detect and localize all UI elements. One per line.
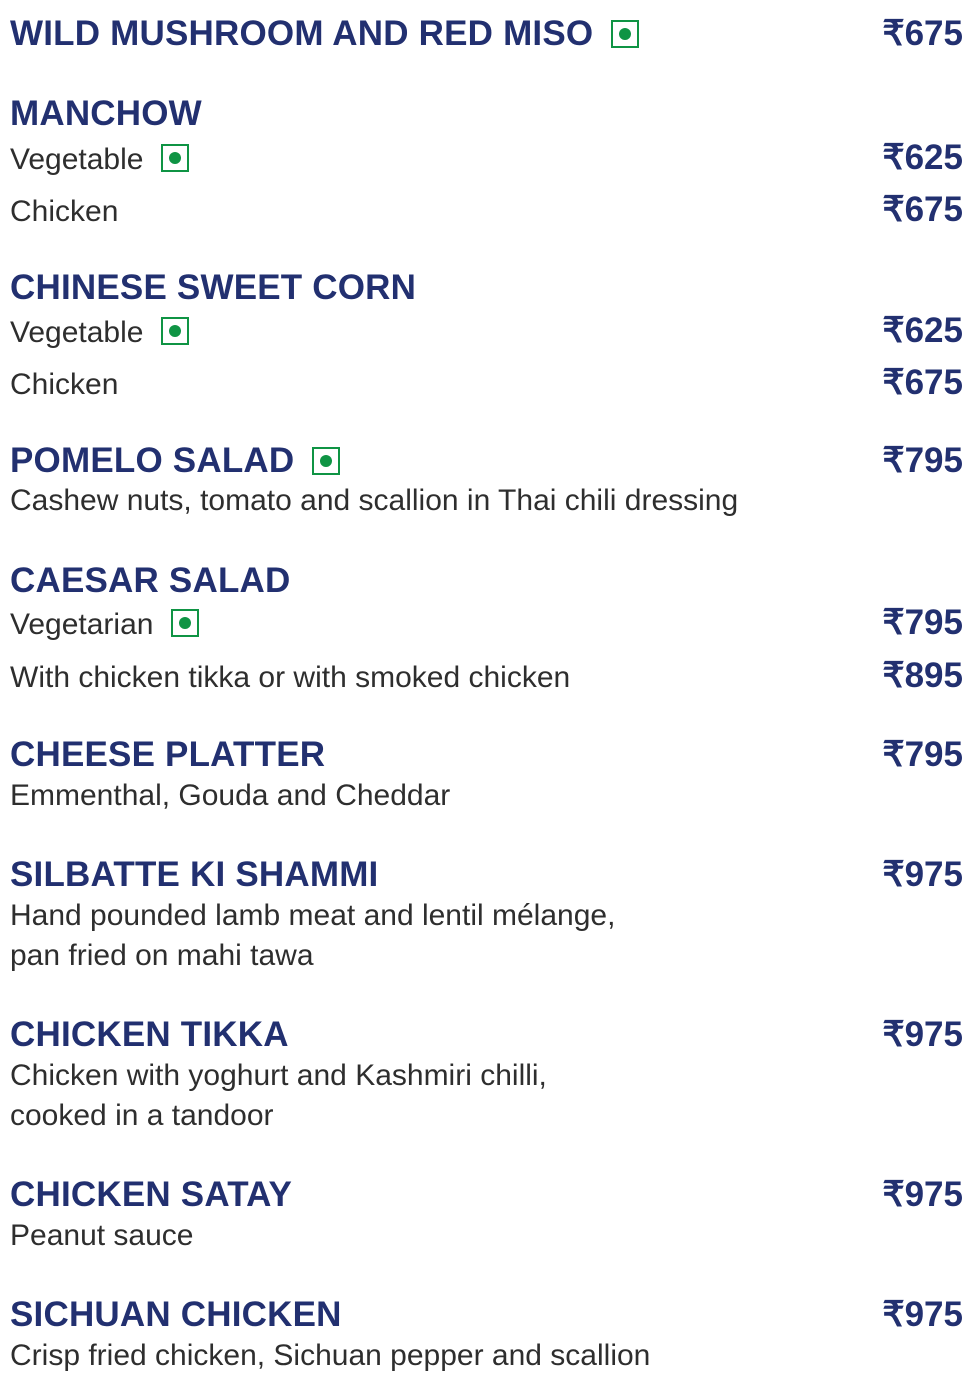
veg-symbol-icon	[161, 317, 190, 345]
option-label: Vegetable	[10, 316, 144, 349]
option-label: With chicken tikka or with smoked chicke…	[10, 661, 571, 694]
item-title: WILD MUSHROOM AND RED MISO	[10, 14, 594, 53]
item-title: SILBATTE KI SHAMMI	[10, 855, 379, 894]
item-description: Cashew nuts, tomato and scallion in Thai…	[10, 484, 739, 517]
item-description-line: cooked in a tandoor	[10, 1099, 274, 1132]
item-price: ₹975	[882, 1015, 963, 1054]
menu-item-silbatte-ki-shammi: SILBATTE KI SHAMMI ₹975	[10, 855, 963, 895]
item-description: Emmenthal, Gouda and Cheddar	[10, 779, 451, 812]
option-price: ₹625	[882, 138, 963, 177]
item-price: ₹975	[882, 1175, 963, 1214]
option-row: Chicken ₹675	[10, 363, 963, 403]
option-price: ₹675	[882, 363, 963, 402]
menu-item-chinese-sweet-corn: CHINESE SWEET CORN	[10, 268, 963, 308]
option-row: Vegetarian ₹795	[10, 603, 963, 643]
option-label: Vegetable	[10, 143, 144, 176]
item-title: CHICKEN TIKKA	[10, 1015, 289, 1054]
option-row: With chicken tikka or with smoked chicke…	[10, 656, 963, 696]
menu-item-pomelo-salad: POMELO SALAD ₹795	[10, 441, 963, 481]
option-price: ₹795	[882, 603, 963, 642]
option-label: Vegetarian	[10, 608, 154, 641]
menu-item-chicken-tikka: CHICKEN TIKKA ₹975	[10, 1015, 963, 1055]
item-price: ₹675	[882, 14, 963, 53]
item-price: ₹795	[882, 735, 963, 774]
item-price: ₹975	[882, 1295, 963, 1334]
item-description: Peanut sauce	[10, 1219, 194, 1252]
veg-symbol-icon	[161, 144, 190, 172]
veg-symbol-icon	[171, 609, 200, 637]
menu-item-wild-mushroom: WILD MUSHROOM AND RED MISO ₹675	[10, 14, 963, 54]
item-price: ₹975	[882, 855, 963, 894]
option-label: Chicken	[10, 368, 119, 401]
menu-item-chicken-satay: CHICKEN SATAY ₹975	[10, 1175, 963, 1215]
item-description-line: pan fried on mahi tawa	[10, 939, 314, 972]
veg-symbol-icon	[312, 447, 341, 475]
item-description-line: Chicken with yoghurt and Kashmiri chilli…	[10, 1059, 547, 1092]
option-price: ₹625	[882, 311, 963, 350]
item-title: CHEESE PLATTER	[10, 735, 326, 774]
item-title: CHICKEN SATAY	[10, 1175, 292, 1214]
option-row: Vegetable ₹625	[10, 138, 963, 178]
item-title: CHINESE SWEET CORN	[10, 268, 417, 307]
option-label: Chicken	[10, 195, 119, 228]
menu-item-caesar-salad: CAESAR SALAD	[10, 561, 963, 601]
item-title: SICHUAN CHICKEN	[10, 1295, 342, 1334]
item-title: POMELO SALAD	[10, 441, 295, 480]
item-description-line: Hand pounded lamb meat and lentil mélang…	[10, 899, 616, 932]
option-price: ₹895	[882, 656, 963, 695]
item-description: Crisp fried chicken, Sichuan pepper and …	[10, 1339, 651, 1372]
option-row: Vegetable ₹625	[10, 311, 963, 351]
menu-item-sichuan-chicken: SICHUAN CHICKEN ₹975	[10, 1295, 963, 1335]
option-price: ₹675	[882, 190, 963, 229]
option-row: Chicken ₹675	[10, 190, 963, 230]
item-price: ₹795	[882, 441, 963, 480]
menu-page: WILD MUSHROOM AND RED MISO ₹675 MANCHOW …	[0, 0, 968, 1374]
menu-item-cheese-platter: CHEESE PLATTER ₹795	[10, 735, 963, 775]
menu-item-manchow: MANCHOW	[10, 94, 963, 134]
item-title: CAESAR SALAD	[10, 561, 291, 600]
item-title: MANCHOW	[10, 94, 202, 133]
veg-symbol-icon	[611, 20, 640, 48]
